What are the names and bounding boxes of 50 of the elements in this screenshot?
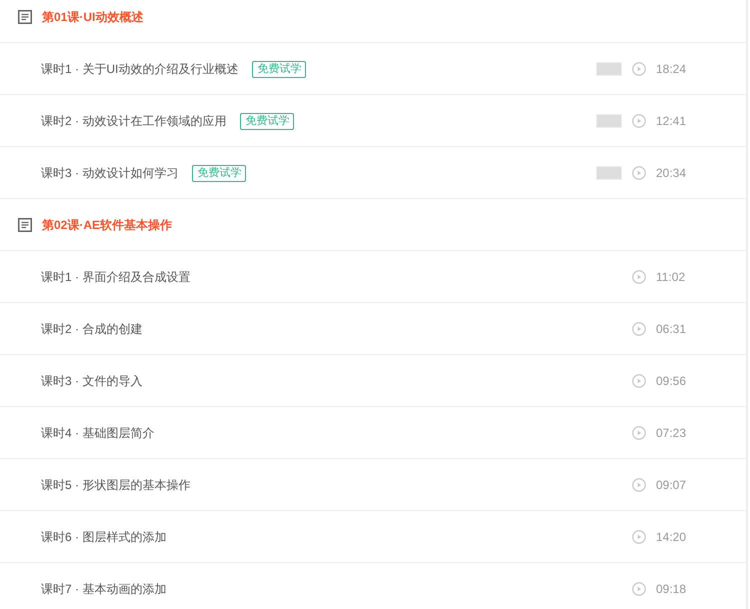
duration: 07:23	[656, 424, 688, 442]
play-icon[interactable]	[632, 374, 646, 388]
play-icon[interactable]	[632, 426, 646, 440]
duration: 12:41	[656, 112, 688, 130]
free-trial-badge: 免费试学	[192, 165, 246, 182]
play-icon[interactable]	[632, 322, 646, 336]
free-trial-badge: 免费试学	[252, 61, 306, 78]
preview-thumbnail[interactable]	[596, 114, 622, 128]
free-trial-badge: 免费试学	[240, 113, 294, 130]
play-icon[interactable]	[632, 270, 646, 284]
lesson-row[interactable]: 课时6 · 图层样式的添加 14:20	[0, 511, 746, 563]
preview-thumbnail[interactable]	[596, 62, 622, 76]
play-icon[interactable]	[632, 582, 646, 596]
lesson-title: 课时4 · 基础图层简介	[41, 424, 154, 442]
lesson-row[interactable]: 课时3 · 文件的导入 09:56	[0, 355, 746, 407]
lesson-title: 课时3 · 动效设计如何学习	[41, 164, 178, 182]
lesson-row[interactable]: 课时1 · 关于UI动效的介绍及行业概述 免费试学 18:24	[0, 43, 746, 95]
lesson-row[interactable]: 课时7 · 基本动画的添加 09:18	[0, 563, 746, 609]
play-icon[interactable]	[632, 530, 646, 544]
lesson-title: 课时2 · 动效设计在工作领域的应用	[41, 112, 226, 130]
list-icon	[18, 10, 32, 24]
lesson-title: 课时1 · 界面介绍及合成设置	[41, 268, 190, 286]
lesson-title: 课时1 · 关于UI动效的介绍及行业概述	[41, 60, 238, 78]
duration: 06:31	[656, 320, 688, 338]
lesson-row[interactable]: 课时1 · 界面介绍及合成设置 11:02	[0, 251, 746, 303]
lesson-row[interactable]: 课时2 · 动效设计在工作领域的应用 免费试学 12:41	[0, 95, 746, 147]
play-icon[interactable]	[632, 478, 646, 492]
chapter-title: 第02课·AE软件基本操作	[42, 216, 172, 234]
lesson-row[interactable]: 课时5 · 形状图层的基本操作 09:07	[0, 459, 746, 511]
duration: 18:24	[656, 60, 688, 78]
duration: 20:34	[656, 164, 688, 182]
lesson-title: 课时6 · 图层样式的添加	[41, 528, 166, 546]
lesson-title: 课时5 · 形状图层的基本操作	[41, 476, 190, 494]
preview-thumbnail[interactable]	[596, 166, 622, 180]
duration: 14:20	[656, 528, 688, 546]
play-icon[interactable]	[632, 114, 646, 128]
list-icon	[18, 218, 32, 232]
lesson-row[interactable]: 课时3 · 动效设计如何学习 免费试学 20:34	[0, 147, 746, 199]
chapter-title: 第01课·UI动效概述	[42, 8, 144, 26]
lesson-row[interactable]: 课时4 · 基础图层简介 07:23	[0, 407, 746, 459]
duration: 11:02	[656, 268, 686, 286]
lesson-row[interactable]: 课时2 · 合成的创建 06:31	[0, 303, 746, 355]
lesson-title: 课时3 · 文件的导入	[41, 372, 142, 390]
play-icon[interactable]	[632, 62, 646, 76]
duration: 09:07	[656, 476, 688, 494]
lesson-title: 课时2 · 合成的创建	[41, 320, 142, 338]
lesson-title: 课时7 · 基本动画的添加	[41, 580, 166, 598]
duration: 09:56	[656, 372, 688, 390]
duration: 09:18	[656, 580, 688, 598]
play-icon[interactable]	[632, 166, 646, 180]
